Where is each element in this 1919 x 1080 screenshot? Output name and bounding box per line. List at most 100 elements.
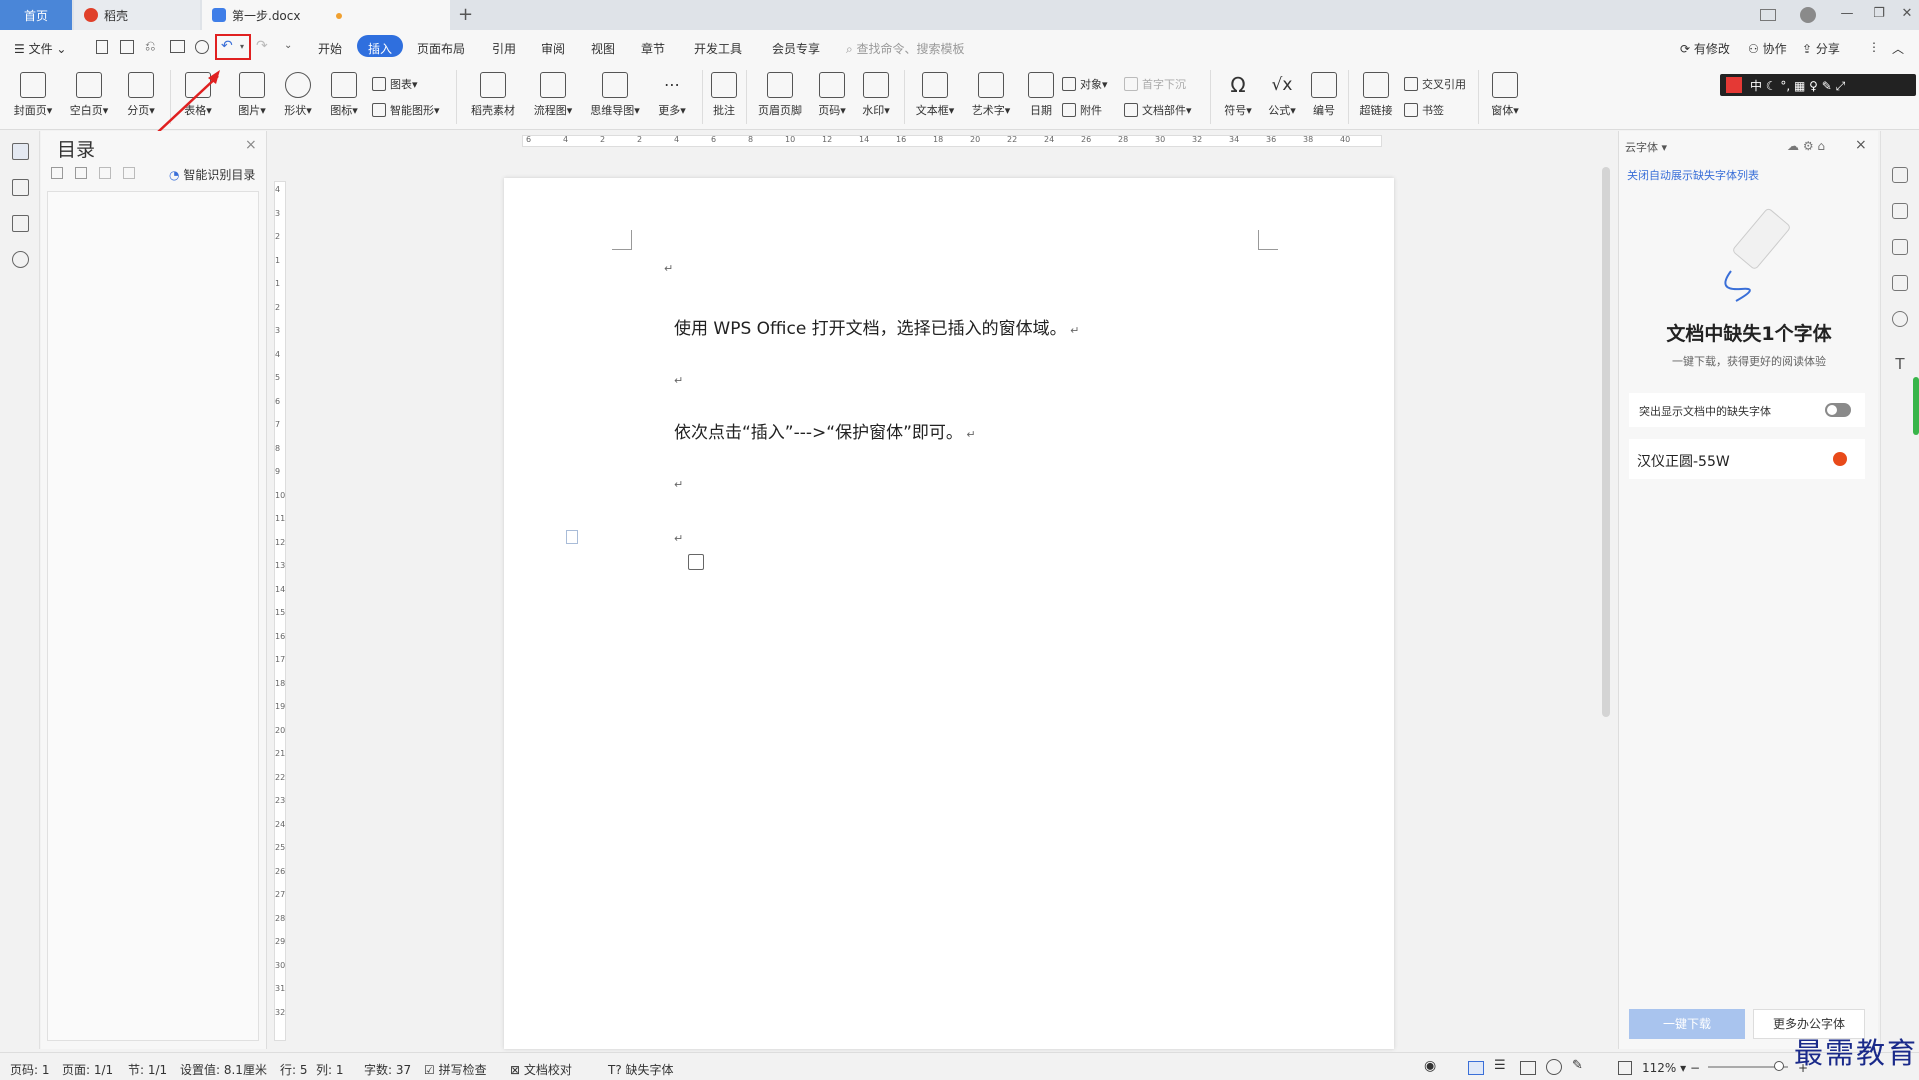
smart-toc-button[interactable]: ◔ 智能识别目录 bbox=[169, 166, 255, 183]
picture-button[interactable]: 图片▾ bbox=[232, 72, 272, 118]
close-autoshow-link[interactable]: 关闭自动展示缺失字体列表 bbox=[1627, 167, 1759, 183]
vertical-scrollbar[interactable] bbox=[1598, 131, 1614, 1049]
changes-button[interactable]: ⟳ 有修改 bbox=[1680, 40, 1730, 57]
collaborate-button[interactable]: ⚇ 协作 bbox=[1748, 40, 1787, 57]
icon-button[interactable]: 图标▾ bbox=[324, 72, 364, 118]
status-words[interactable]: 字数: 37 bbox=[364, 1061, 411, 1078]
format-painter-icon[interactable]: ⎌ bbox=[145, 39, 155, 54]
bookmark-nav-icon[interactable] bbox=[12, 215, 29, 232]
cross-reference-button[interactable]: 交叉引用 bbox=[1404, 76, 1466, 92]
menu-insert[interactable]: 插入 bbox=[368, 40, 392, 57]
object-button[interactable]: 对象 ▾ bbox=[1062, 76, 1108, 92]
zoom-slider-thumb[interactable] bbox=[1774, 1061, 1784, 1071]
edit-icon[interactable] bbox=[1892, 203, 1908, 219]
status-setting[interactable]: 设置值: 8.1厘米 bbox=[180, 1061, 267, 1078]
menu-review[interactable]: 审阅 bbox=[541, 40, 565, 57]
undo-icon[interactable]: ↶ bbox=[221, 38, 233, 54]
panel-close-icon[interactable]: × bbox=[1855, 137, 1867, 153]
document-line-1[interactable]: 使用 WPS Office 打开文档，选择已插入的窗体域。 ↵ bbox=[674, 314, 1079, 339]
missing-font-item[interactable]: 汉仪正圆-55W bbox=[1629, 439, 1865, 479]
help-icon[interactable] bbox=[1892, 311, 1908, 327]
rocket-icon[interactable] bbox=[1892, 167, 1908, 183]
smart-art-button[interactable]: 智能图形 ▾ bbox=[372, 102, 440, 118]
font-panel-icon[interactable]: T bbox=[1892, 355, 1908, 373]
eye-icon[interactable]: ◉ bbox=[1424, 1058, 1436, 1074]
wordart-button[interactable]: 艺术字▾ bbox=[968, 72, 1014, 118]
mindmap-button[interactable]: 思维导图▾ bbox=[586, 72, 644, 118]
menu-member[interactable]: 会员专享 bbox=[772, 40, 820, 57]
layout-icon[interactable] bbox=[1760, 9, 1776, 21]
blank-page-button[interactable]: 空白页▾ bbox=[66, 72, 112, 118]
status-pages[interactable]: 页面: 1/1 bbox=[62, 1061, 113, 1078]
status-page-no[interactable]: 页码: 1 bbox=[10, 1061, 50, 1078]
flowchart-button[interactable]: 流程图▾ bbox=[530, 72, 576, 118]
document-line-2[interactable]: 依次点击“插入”--->“保护窗体”即可。 ↵ bbox=[674, 418, 976, 443]
scroll-thumb[interactable] bbox=[1602, 167, 1610, 717]
paragraph-format-icon[interactable] bbox=[566, 530, 578, 544]
numbering-button[interactable]: 编号 bbox=[1306, 72, 1342, 118]
menu-page-layout[interactable]: 页面布局 bbox=[417, 40, 465, 57]
sliders-icon[interactable] bbox=[1892, 275, 1908, 291]
ime-toolbar[interactable]: 中 ☾ °, ▦ ♀ ✎ ⤢ bbox=[1720, 74, 1916, 96]
font-download-icon[interactable] bbox=[1833, 452, 1847, 466]
spell-check-toggle[interactable]: ☑ 拼写检查 bbox=[424, 1061, 487, 1078]
drop-cap-button[interactable]: 首字下沉 bbox=[1124, 76, 1186, 92]
watermark-button[interactable]: 水印▾ bbox=[858, 72, 894, 118]
page-view-icon[interactable] bbox=[1468, 1061, 1484, 1075]
zoom-level[interactable]: 112% ▾ bbox=[1642, 1061, 1686, 1075]
cover-page-button[interactable]: 封面页▾ bbox=[10, 72, 56, 118]
outline-view-icon[interactable]: ☰ bbox=[1494, 1058, 1506, 1073]
symbol-button[interactable]: Ω 符号▾ bbox=[1218, 72, 1258, 118]
undo-dropdown-icon[interactable]: ▾ bbox=[240, 42, 244, 51]
date-button[interactable]: 日期 bbox=[1024, 72, 1058, 118]
textbox-button[interactable]: 文本框▾ bbox=[912, 72, 958, 118]
doc-parts-button[interactable]: 文档部件 ▾ bbox=[1124, 102, 1192, 118]
toc-add-icon[interactable] bbox=[99, 167, 111, 179]
tab-home[interactable]: 首页 bbox=[0, 0, 72, 30]
share-button[interactable]: ⇪ 分享 bbox=[1802, 40, 1840, 57]
daoke-material-button[interactable]: 稻壳素材 bbox=[466, 72, 520, 118]
document-page[interactable]: ↵ 使用 WPS Office 打开文档，选择已插入的窗体域。 ↵ ↵ 依次点击… bbox=[504, 178, 1394, 1049]
new-doc-icon[interactable] bbox=[96, 40, 108, 54]
doc-proof-button[interactable]: ⊠ 文档校对 bbox=[510, 1061, 572, 1078]
more-button[interactable]: ⋯ 更多▾ bbox=[652, 72, 692, 118]
save-icon[interactable] bbox=[120, 40, 134, 54]
web-view-icon[interactable] bbox=[1546, 1059, 1562, 1075]
chapter-nav-icon[interactable] bbox=[12, 179, 29, 196]
minimize-icon[interactable]: — bbox=[1838, 6, 1856, 24]
zoom-out-button[interactable]: − bbox=[1690, 1061, 1700, 1075]
missing-font-status[interactable]: T? 缺失字体 bbox=[608, 1061, 674, 1078]
download-all-button[interactable]: 一键下载 bbox=[1629, 1009, 1745, 1039]
menu-references[interactable]: 引用 bbox=[492, 40, 516, 57]
status-section[interactable]: 节: 1/1 bbox=[128, 1061, 167, 1078]
toc-remove-icon[interactable] bbox=[123, 167, 135, 179]
fit-page-icon[interactable] bbox=[1618, 1061, 1632, 1075]
print-preview-icon[interactable] bbox=[195, 40, 209, 54]
command-search[interactable]: ⌕ 查找命令、搜索模板 bbox=[846, 40, 965, 57]
read-view-icon[interactable] bbox=[1520, 1061, 1536, 1075]
panel-title[interactable]: 云字体 ▾ bbox=[1625, 139, 1667, 155]
toc-collapse-icon[interactable] bbox=[51, 167, 63, 179]
formula-button[interactable]: √x 公式▾ bbox=[1262, 72, 1302, 118]
menu-view[interactable]: 视图 bbox=[591, 40, 615, 57]
toc-close-icon[interactable]: × bbox=[245, 137, 257, 153]
form-button[interactable]: 窗体▾ bbox=[1486, 72, 1524, 118]
tab-daoke[interactable]: 稻壳 bbox=[74, 0, 200, 30]
hyperlink-button[interactable]: 超链接 bbox=[1354, 72, 1398, 118]
quick-access-more-icon[interactable]: ⌄ bbox=[284, 40, 292, 51]
close-icon[interactable]: ✕ bbox=[1898, 6, 1916, 24]
select-cursor-icon[interactable] bbox=[1892, 239, 1908, 255]
collapse-ribbon-icon[interactable]: ︿ bbox=[1892, 40, 1904, 57]
toc-panel-icon[interactable] bbox=[12, 143, 29, 160]
tab-document[interactable]: 第一步.docx bbox=[202, 0, 450, 30]
bookmark-button[interactable]: 书签 bbox=[1404, 102, 1444, 118]
highlight-toggle-switch[interactable] bbox=[1825, 403, 1851, 417]
redo-icon[interactable]: ↷ bbox=[256, 38, 268, 54]
restore-icon[interactable]: ❐ bbox=[1870, 6, 1888, 24]
shape-button[interactable]: 形状▾ bbox=[278, 72, 318, 118]
menu-home[interactable]: 开始 bbox=[318, 40, 342, 57]
file-menu[interactable]: ☰ 文件 ⌄ bbox=[14, 40, 66, 57]
paste-options-icon[interactable] bbox=[688, 554, 704, 570]
attachment-button[interactable]: 附件 bbox=[1062, 102, 1102, 118]
comment-button[interactable]: 批注 bbox=[708, 72, 740, 118]
